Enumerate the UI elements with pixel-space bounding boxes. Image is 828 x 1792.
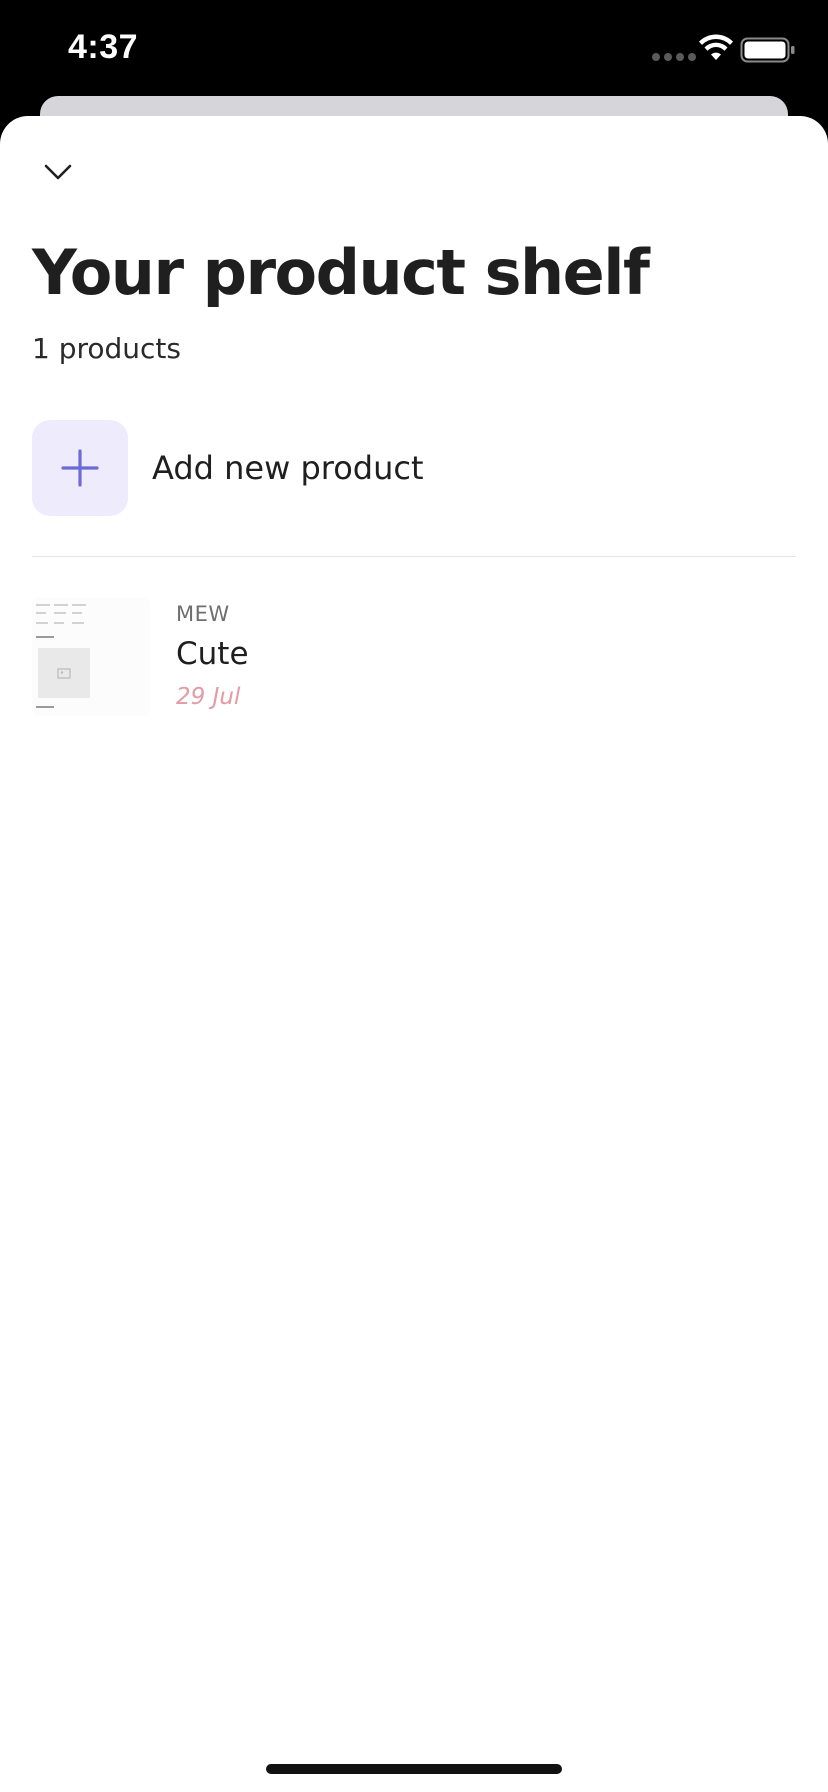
product-date: 29 Jul bbox=[176, 684, 241, 710]
add-product-tile[interactable] bbox=[32, 420, 128, 516]
battery-icon bbox=[740, 37, 795, 63]
cellular-signal-icon bbox=[652, 53, 696, 61]
page-title: Your product shelf bbox=[32, 236, 650, 309]
product-brand: MEW bbox=[176, 602, 230, 626]
status-bar: 4:37 bbox=[0, 0, 828, 96]
add-product-button[interactable]: Add new product bbox=[32, 420, 796, 516]
add-product-label: Add new product bbox=[152, 449, 424, 487]
divider bbox=[32, 556, 796, 557]
product-list-item[interactable]: MEW Cute 29 Jul bbox=[32, 592, 796, 716]
status-time: 4:37 bbox=[68, 28, 139, 66]
wifi-icon bbox=[699, 34, 733, 60]
product-shelf-sheet bbox=[0, 116, 828, 1792]
product-name: Cute bbox=[176, 636, 249, 672]
chevron-down-icon bbox=[44, 164, 72, 180]
product-count: 1 products bbox=[32, 332, 181, 365]
image-placeholder-icon bbox=[38, 648, 90, 698]
home-indicator[interactable] bbox=[266, 1764, 562, 1774]
product-thumbnail bbox=[32, 598, 150, 716]
plus-icon bbox=[61, 449, 99, 487]
collapse-button[interactable] bbox=[36, 150, 80, 194]
